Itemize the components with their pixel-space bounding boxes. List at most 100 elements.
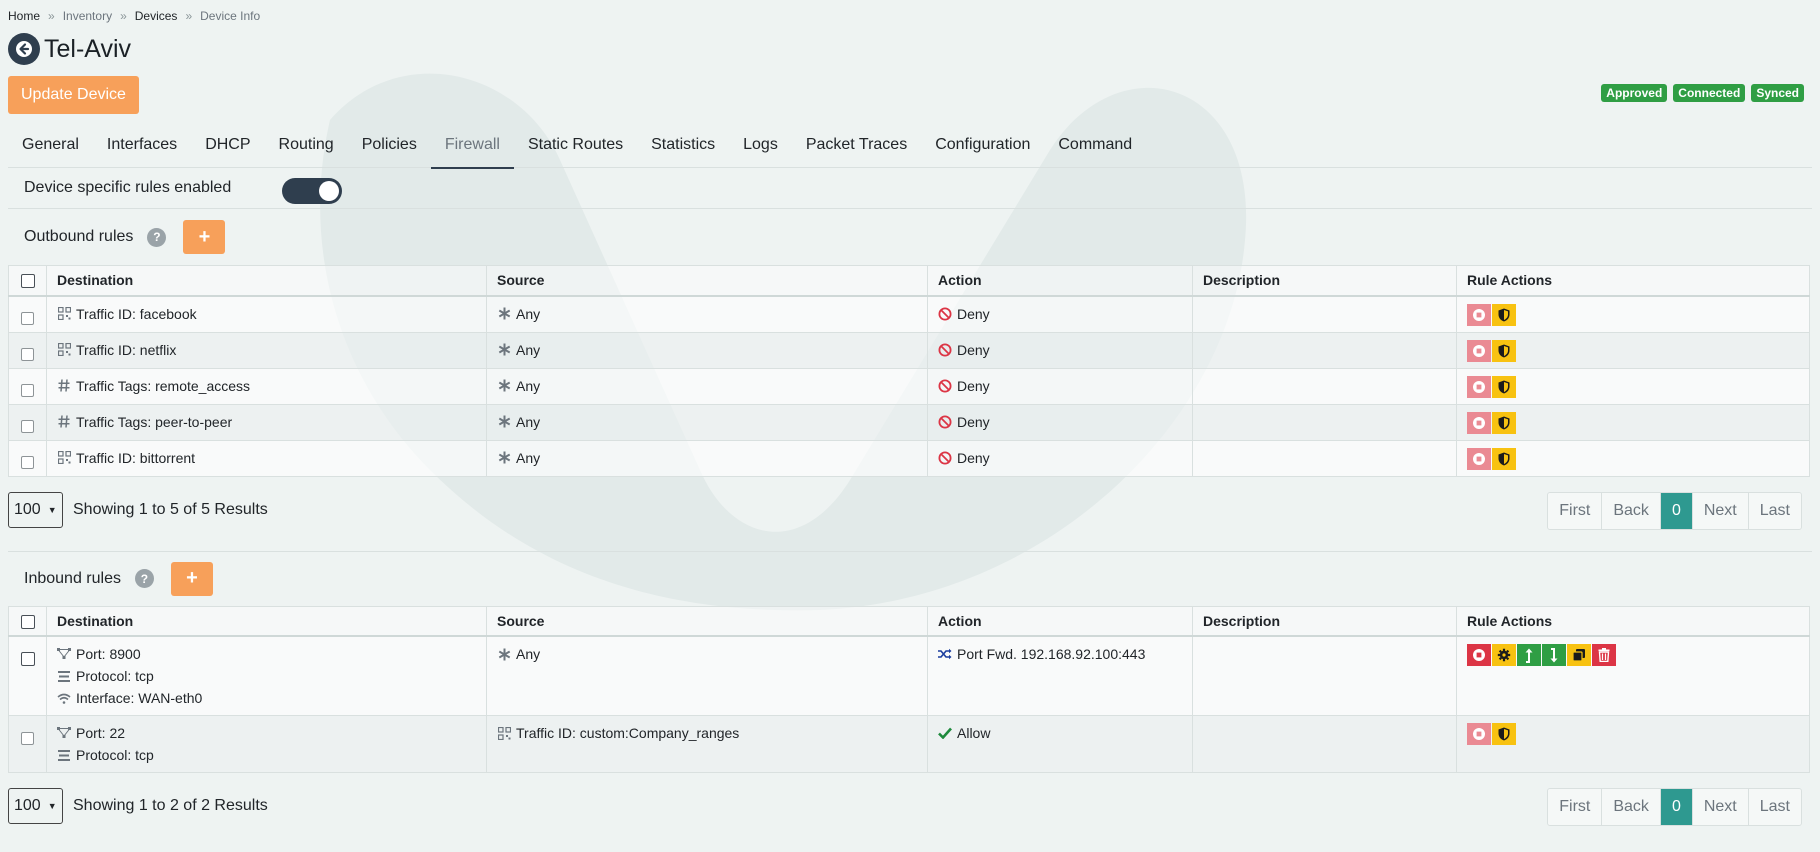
clone-icon[interactable] — [1567, 644, 1591, 666]
source-text: Any — [516, 305, 541, 322]
pagination-next[interactable]: Next — [1691, 492, 1748, 529]
tab-statistics[interactable]: Statistics — [637, 122, 729, 168]
row-checkbox[interactable] — [21, 456, 34, 470]
column-header-description[interactable]: Description — [1192, 265, 1457, 297]
tab-firewall[interactable]: Firewall — [430, 122, 515, 169]
shield-icon[interactable] — [1492, 723, 1516, 745]
shield-icon[interactable] — [1492, 375, 1516, 398]
move-up-icon[interactable] — [1517, 644, 1541, 666]
traffic-id-icon — [57, 307, 71, 321]
chevron-down-icon: ▼ — [47, 801, 57, 811]
row-checkbox[interactable] — [21, 731, 34, 745]
action-text: Port Fwd. 192.168.92.100:443 — [957, 646, 1146, 662]
pagination-back[interactable]: Back — [1601, 789, 1660, 825]
table-row[interactable]: Traffic ID: netflix Any Deny — [8, 332, 1810, 369]
add-inbound-rule-button[interactable]: + — [170, 561, 213, 596]
table-row[interactable]: Port: 8900 Protocol: tcp Interface: WAN-… — [8, 636, 1810, 716]
action-cell: Deny — [927, 368, 1193, 405]
rule-actions-cell — [1456, 440, 1810, 477]
shield-icon[interactable] — [1492, 447, 1516, 470]
source-cell: Traffic ID: custom:Company_ranges — [486, 715, 928, 773]
tab-general[interactable]: General — [8, 122, 93, 168]
pagination-first[interactable]: First — [1548, 789, 1602, 825]
column-header-description[interactable]: Description — [1192, 606, 1457, 637]
tab-dhcp[interactable]: DHCP — [191, 122, 264, 168]
stop-icon[interactable] — [1467, 339, 1491, 362]
pagination-current[interactable]: 0 — [1659, 492, 1692, 529]
table-row[interactable]: Traffic Tags: remote_access Any Deny — [8, 368, 1810, 405]
column-header-destination[interactable]: Destination — [46, 606, 487, 637]
destination-cell: Port: 8900 Protocol: tcp Interface: WAN-… — [46, 636, 487, 716]
tab-interfaces[interactable]: Interfaces — [93, 122, 191, 168]
shield-icon[interactable] — [1492, 339, 1516, 362]
trash-icon[interactable] — [1592, 644, 1616, 666]
stop-icon[interactable] — [1467, 723, 1491, 745]
rule-actions-cell — [1456, 368, 1810, 405]
pagination-current[interactable]: 0 — [1659, 789, 1692, 825]
source-cell: Any — [486, 295, 928, 333]
table-row[interactable]: Traffic ID: bittorrent Any Deny — [8, 440, 1810, 477]
column-header-action[interactable]: Action — [927, 265, 1193, 297]
help-icon[interactable]: ? — [147, 227, 167, 247]
move-down-icon[interactable] — [1542, 644, 1566, 666]
row-checkbox[interactable] — [21, 312, 34, 326]
stop-icon[interactable] — [1467, 447, 1491, 470]
pagination-last[interactable]: Last — [1747, 789, 1801, 825]
deny-icon — [938, 379, 952, 393]
stop-icon[interactable] — [1467, 375, 1491, 398]
action-text: Deny — [957, 377, 990, 394]
stop-icon[interactable] — [1467, 644, 1491, 666]
table-row[interactable]: Traffic ID: facebook Any Deny — [8, 295, 1810, 333]
breadcrumb-inventory[interactable]: Inventory — [63, 9, 112, 23]
stop-icon[interactable] — [1467, 303, 1491, 326]
select-all-checkbox[interactable] — [20, 274, 35, 289]
device-rules-toggle[interactable] — [282, 178, 342, 204]
row-checkbox[interactable] — [21, 384, 34, 398]
tab-configuration[interactable]: Configuration — [921, 122, 1044, 168]
add-outbound-rule-button[interactable]: + — [183, 220, 226, 254]
tab-command[interactable]: Command — [1044, 122, 1146, 168]
tab-policies[interactable]: Policies — [348, 122, 431, 168]
shield-icon[interactable] — [1492, 411, 1516, 434]
tab-logs[interactable]: Logs — [729, 122, 792, 168]
pagination-last[interactable]: Last — [1747, 492, 1801, 529]
stop-icon[interactable] — [1467, 411, 1491, 434]
back-arrow-icon[interactable] — [8, 33, 40, 65]
column-header-destination[interactable]: Destination — [46, 265, 487, 297]
select-all-checkbox[interactable] — [20, 614, 35, 629]
breadcrumb-devices[interactable]: Devices — [135, 9, 178, 23]
description-cell — [1192, 404, 1457, 441]
gear-icon[interactable] — [1492, 644, 1516, 666]
outbound-rules-table: Destination Source Action Description Ru… — [8, 265, 1810, 477]
table-row[interactable]: Traffic Tags: peer-to-peer Any Deny — [8, 404, 1810, 441]
select-all-checkbox-cell — [8, 606, 47, 637]
row-checkbox[interactable] — [21, 348, 34, 362]
description-cell — [1192, 636, 1457, 716]
row-checkbox[interactable] — [21, 420, 34, 434]
update-device-button[interactable]: Update Device — [8, 76, 139, 114]
pagination-back[interactable]: Back — [1601, 492, 1660, 529]
destination-cell: Traffic ID: netflix — [46, 332, 487, 369]
column-header-source[interactable]: Source — [486, 606, 928, 637]
page-size-select[interactable]: 100 ▼ — [8, 788, 63, 824]
row-checkbox[interactable] — [20, 652, 35, 667]
action-text: Deny — [957, 413, 990, 430]
inbound-rules-table: Destination Source Action Description Ru… — [8, 605, 1810, 773]
action-text: Allow — [957, 725, 991, 741]
tab-routing[interactable]: Routing — [265, 122, 348, 168]
shield-icon[interactable] — [1492, 303, 1516, 326]
tab-static-routes[interactable]: Static Routes — [514, 122, 637, 168]
table-row[interactable]: Port: 22 Protocol: tcp Traffic ID: custo… — [8, 715, 1810, 773]
pagination-next[interactable]: Next — [1691, 789, 1748, 825]
tab-packet-traces[interactable]: Packet Traces — [792, 122, 921, 168]
pagination-first[interactable]: First — [1548, 492, 1602, 529]
column-header-source[interactable]: Source — [486, 265, 928, 297]
page-size-select[interactable]: 100 ▼ — [8, 491, 63, 528]
source-cell: Any — [486, 404, 928, 441]
help-icon[interactable]: ? — [134, 569, 154, 588]
hash-icon — [57, 379, 71, 393]
protocol-list-icon — [57, 669, 71, 683]
column-header-action[interactable]: Action — [927, 606, 1193, 637]
breadcrumb-home[interactable]: Home — [8, 9, 40, 23]
status-badge: Synced — [1751, 84, 1804, 102]
